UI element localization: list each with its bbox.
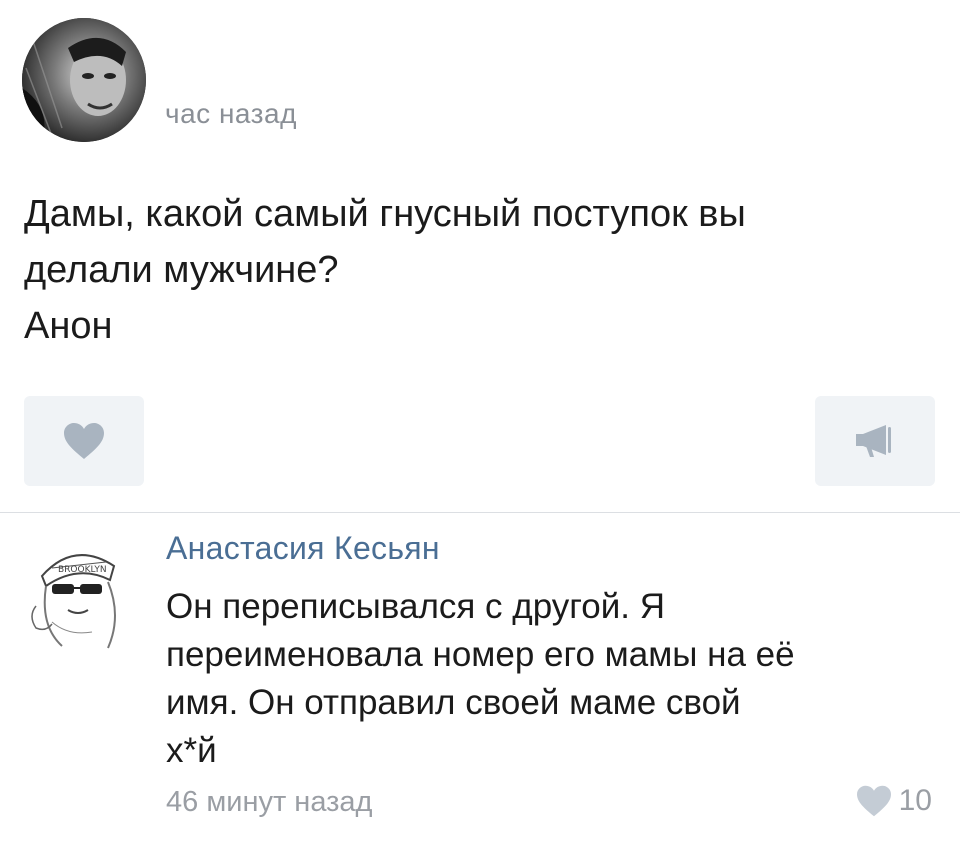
post-timestamp: час назад [165, 98, 297, 129]
svg-text:BROOKLYN: BROOKLYN [58, 565, 107, 575]
megaphone-icon [856, 425, 891, 457]
heart-icon [64, 423, 104, 459]
comment-body: Он переписывался с другой. Я переименова… [166, 583, 946, 775]
section-divider [0, 512, 960, 513]
post-body: Дамы, какой самый гнусный поступок вы де… [24, 186, 924, 354]
comment-body-line: переименовала номер его мамы на её [166, 635, 795, 674]
post-body-line: Анон [24, 305, 113, 347]
comment-timestamp: 46 минут назад [166, 786, 373, 818]
comment-like-count: 10 [898, 784, 932, 817]
post-body-line: делали мужчине? [24, 249, 339, 291]
comment-author-avatar[interactable]: BROOKLYN [22, 536, 132, 656]
share-button[interactable] [815, 396, 935, 486]
comment-body-line: х*й [166, 731, 217, 770]
comment-body-line: Он переписывался с другой. Я [166, 587, 666, 626]
post-author-avatar[interactable] [22, 18, 146, 142]
comment-like-button[interactable]: 10 [855, 784, 932, 818]
like-button[interactable] [24, 396, 144, 486]
comment-author-name[interactable]: Анастасия Кесьян [166, 530, 440, 567]
post-body-line: Дамы, какой самый гнусный поступок вы [24, 193, 746, 235]
comment-body-line: имя. Он отправил своей маме свой [166, 683, 741, 722]
heart-icon [856, 785, 891, 817]
